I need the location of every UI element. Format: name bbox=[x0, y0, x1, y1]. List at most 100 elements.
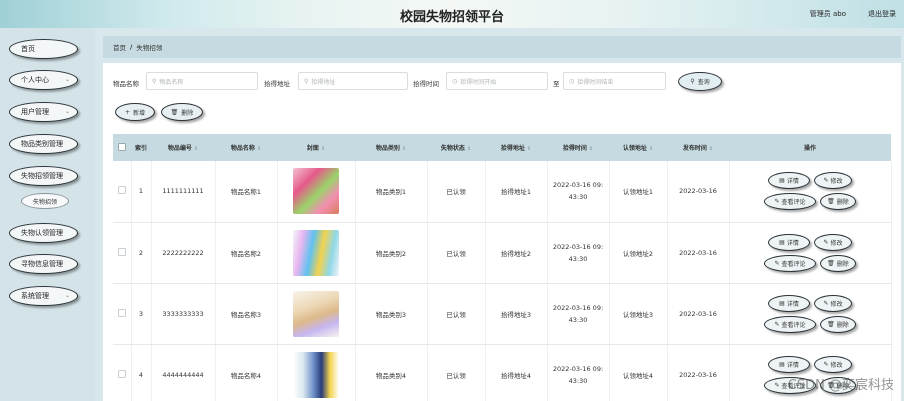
cell-status: 已认领 bbox=[427, 161, 486, 223]
col-found-time[interactable]: 拾得时间 ⇕ bbox=[547, 134, 609, 161]
cell-cover bbox=[277, 283, 356, 345]
select-all-checkbox[interactable] bbox=[113, 134, 131, 161]
sort-icon: ⇕ bbox=[256, 146, 262, 152]
col-name[interactable]: 物品名称 ⇕ bbox=[215, 134, 277, 161]
sidebar-item-home[interactable]: 首页 bbox=[9, 39, 78, 59]
cell-found-time: 2022-03-16 09: 43:30 bbox=[547, 222, 610, 284]
sort-icon: ⇕ bbox=[320, 146, 326, 152]
detail-button[interactable]: ▤ 详情 bbox=[768, 233, 810, 251]
search-bar: 物品名称 ⚲ 物品名称 拾得地址 ⚲ 拾得地址 拾得时间 ◷ 拾得时间开始 至 … bbox=[113, 72, 893, 92]
cell-index: 2 bbox=[131, 222, 152, 284]
sidebar-item-lost-found[interactable]: 失物招领管理 bbox=[9, 166, 78, 186]
view-reviews-button[interactable]: ✎ 查看评论 bbox=[764, 193, 816, 211]
sidebar-item-search-info[interactable]: 寻物信息管理 bbox=[9, 254, 78, 274]
document-icon: ▤ bbox=[779, 238, 785, 246]
pencil-icon: ✎ bbox=[823, 299, 829, 307]
cell-index: 4 bbox=[131, 344, 152, 401]
col-operations: 操作 bbox=[729, 134, 891, 161]
cover-image bbox=[293, 229, 339, 276]
table-row: 4 4444444444 物品名称4 物品类别4 已认领 拾得地址4 2022-… bbox=[113, 344, 892, 401]
row-checkbox[interactable] bbox=[113, 283, 132, 345]
detail-button[interactable]: ▤ 详情 bbox=[768, 355, 810, 373]
row-checkbox[interactable] bbox=[113, 161, 132, 223]
content-panel: 物品名称 ⚲ 物品名称 拾得地址 ⚲ 拾得地址 拾得时间 ◷ 拾得时间开始 至 … bbox=[103, 63, 901, 401]
sidebar-item-users[interactable]: 用户管理 ⌄ bbox=[9, 102, 78, 122]
cover-image bbox=[293, 351, 339, 398]
cell-found-time: 2022-03-16 09: 43:30 bbox=[547, 344, 610, 401]
time-start-input[interactable]: ◷ 拾得时间开始 bbox=[446, 72, 548, 90]
delete-button[interactable]: 🗑 删除 bbox=[820, 315, 856, 333]
cell-cover bbox=[277, 222, 356, 284]
col-status[interactable]: 失物状态 ⇕ bbox=[427, 134, 485, 161]
cell-claim-address: 认领地址3 bbox=[609, 283, 668, 345]
sort-icon: ⇕ bbox=[588, 146, 594, 152]
sidebar-item-profile[interactable]: 个人中心 ⌄ bbox=[9, 70, 78, 90]
sidebar-subitem-lost-found[interactable]: 失物招领 bbox=[21, 193, 69, 209]
cell-index: 1 bbox=[131, 161, 152, 223]
col-category[interactable]: 物品类别 ⇕ bbox=[355, 134, 427, 161]
cell-publish-time: 2022-03-16 bbox=[667, 222, 730, 284]
sidebar-item-label: 寻物信息管理 bbox=[21, 260, 63, 268]
sort-icon: ⇕ bbox=[401, 146, 407, 152]
sort-icon: ⇕ bbox=[708, 146, 714, 152]
row-checkbox[interactable] bbox=[113, 222, 132, 284]
cover-image bbox=[293, 290, 339, 337]
chevron-down-icon: ⌄ bbox=[64, 292, 70, 299]
edit-button[interactable]: ✎ 修改 bbox=[814, 233, 852, 251]
cell-found-time: 2022-03-16 09: 43:30 bbox=[547, 283, 610, 345]
sidebar-item-categories[interactable]: 物品类别管理 bbox=[9, 134, 78, 154]
lost-items-table: 索引 物品编号 ⇕ 物品名称 ⇕ 封面 ⇕ 物品类别 ⇕ 失物状态 ⇕ 拾得地址 ⇕ 拾得时… bbox=[113, 134, 892, 401]
sidebar-item-system[interactable]: 系统管理 ⌄ bbox=[9, 286, 78, 306]
detail-button[interactable]: ▤ 详情 bbox=[768, 294, 810, 312]
breadcrumb-home[interactable]: 首页 bbox=[113, 42, 126, 52]
sort-icon: ⇕ bbox=[466, 146, 472, 152]
name-label: 物品名称 bbox=[113, 80, 139, 88]
cell-name: 物品名称4 bbox=[215, 344, 278, 401]
edit-button[interactable]: ✎ 修改 bbox=[814, 172, 852, 190]
cell-status: 已认领 bbox=[427, 283, 486, 345]
sidebar-item-label: 物品类别管理 bbox=[21, 140, 63, 148]
document-icon: ▤ bbox=[779, 299, 785, 307]
cell-publish-time: 2022-03-16 bbox=[667, 344, 730, 401]
query-button[interactable]: ⚲ 查询 bbox=[678, 72, 722, 91]
col-claim-address[interactable]: 认领地址 ⇕ bbox=[609, 134, 667, 161]
cell-cover bbox=[277, 344, 356, 401]
found-address-input[interactable]: ⚲ 拾得地址 bbox=[298, 72, 408, 90]
cell-index: 3 bbox=[131, 283, 152, 345]
main-area: 首页 / 失物招领 物品名称 ⚲ 物品名称 拾得地址 ⚲ 拾得地址 拾得时间 ◷… bbox=[95, 28, 904, 401]
col-index: 索引 bbox=[131, 134, 151, 161]
col-code[interactable]: 物品编号 ⇕ bbox=[151, 134, 215, 161]
col-publish-time[interactable]: 发布时间 ⇕ bbox=[667, 134, 729, 161]
pencil-icon: ✎ bbox=[823, 238, 829, 246]
delete-button[interactable]: 🗑 删除 bbox=[820, 193, 856, 211]
pencil-icon: ✎ bbox=[774, 320, 780, 328]
document-icon: ▤ bbox=[779, 177, 785, 185]
cell-category: 物品类别1 bbox=[355, 161, 428, 223]
cell-claim-address: 认领地址2 bbox=[609, 222, 668, 284]
edit-button[interactable]: ✎ 修改 bbox=[814, 355, 852, 373]
cell-claim-address: 认领地址1 bbox=[609, 161, 668, 223]
chevron-down-icon: ⌄ bbox=[64, 108, 70, 115]
top-header: 校园失物招领平台 管理员 abo 退出登录 bbox=[0, 0, 904, 28]
view-reviews-button[interactable]: ✎ 查看评论 bbox=[764, 315, 816, 333]
name-search-input[interactable]: ⚲ 物品名称 bbox=[146, 72, 258, 90]
sidebar-item-label: 首页 bbox=[21, 45, 35, 53]
detail-button[interactable]: ▤ 详情 bbox=[768, 172, 810, 190]
logout-link[interactable]: 退出登录 bbox=[868, 9, 896, 19]
col-found-address[interactable]: 拾得地址 ⇕ bbox=[485, 134, 547, 161]
row-checkbox[interactable] bbox=[113, 344, 132, 401]
delete-button[interactable]: 🗑 删除 bbox=[820, 254, 856, 272]
search-icon: ⚲ bbox=[304, 77, 309, 85]
sidebar-item-claims[interactable]: 失物认领管理 bbox=[9, 223, 78, 243]
time-end-input[interactable]: ◷ 拾得时间结束 bbox=[563, 72, 666, 90]
bulk-delete-button[interactable]: 🗑 删除 bbox=[161, 103, 203, 121]
col-cover[interactable]: 封面 ⇕ bbox=[277, 134, 355, 161]
pencil-icon: ✎ bbox=[774, 198, 780, 206]
view-reviews-button[interactable]: ✎ 查看评论 bbox=[764, 254, 816, 272]
edit-button[interactable]: ✎ 修改 bbox=[814, 294, 852, 312]
sort-icon: ⇕ bbox=[526, 146, 532, 152]
search-icon: ⚲ bbox=[152, 77, 157, 85]
cell-code: 3333333333 bbox=[151, 283, 216, 345]
add-button[interactable]: + 新增 bbox=[115, 103, 155, 121]
sort-icon: ⇕ bbox=[648, 146, 654, 152]
